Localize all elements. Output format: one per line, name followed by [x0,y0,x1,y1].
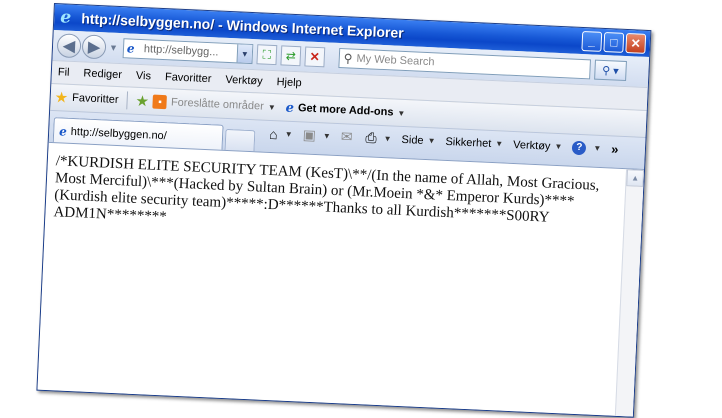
page-menu[interactable]: Side ▼ [401,133,435,147]
browser-window: e http://selbyggen.no/ - Windows Interne… [36,3,652,418]
history-dropdown-icon[interactable]: ▼ [109,43,118,53]
forward-arrow-icon: ▶ [87,38,101,57]
favorites-button[interactable]: Favoritter [72,92,119,106]
help-dropdown-icon[interactable]: ▼ [593,144,601,153]
suggested-sites-icon: ▪ [152,94,168,110]
menu-edit[interactable]: Rediger [83,67,122,81]
safety-menu-dropdown-icon[interactable]: ▼ [495,139,503,148]
search-button[interactable]: ⚲ ▾ [594,59,627,82]
add-to-favorites-icon[interactable]: ★ [135,92,149,111]
scroll-up-arrow-icon[interactable]: ▲ [626,169,645,187]
back-button[interactable]: ◀ [56,33,82,59]
page-menu-dropdown-icon[interactable]: ▼ [427,136,435,145]
safety-menu-label[interactable]: Sikkerhet [445,135,491,149]
menu-help[interactable]: Hjelp [276,76,302,89]
page-menu-label[interactable]: Side [401,133,424,146]
defacement-message: /*KURDISH ELITE SECURITY TEAM (KesT)\**/… [53,153,600,226]
tab-label: http://selbyggen.no/ [70,125,168,142]
tools-menu[interactable]: Verktøy ▼ [513,138,563,152]
favorites-star-icon: ★ [54,89,69,107]
minimize-button[interactable]: _ [581,30,603,52]
forward-button[interactable]: ▶ [81,34,107,60]
addons-ie-icon: e [285,100,295,116]
vertical-scrollbar[interactable]: ▲ [614,169,645,417]
home-dropdown-icon[interactable]: ▼ [285,130,293,139]
search-go-icon: ⚲ ▾ [601,64,619,78]
caption-buttons: _ □ ✕ [581,30,647,54]
print-button[interactable]: ⎙ ▼ [365,129,392,147]
menu-favorites[interactable]: Favoritter [165,71,212,85]
menu-tools[interactable]: Verktøy [225,74,263,88]
mail-button[interactable]: ✉ [340,128,355,146]
refresh-icon: ⇄ [285,48,297,64]
home-icon: ⌂ [268,125,279,142]
stop-button[interactable]: ✕ [304,46,326,68]
divider [126,91,128,110]
print-dropdown-icon[interactable]: ▼ [383,134,391,143]
back-arrow-icon: ◀ [62,37,76,55]
get-addons-dropdown-icon[interactable]: ▼ [397,108,405,117]
compatibility-icon: ⛶ [262,47,272,62]
help-button[interactable]: ? ▼ [572,140,602,155]
rss-feed-icon: ▣ [302,126,317,144]
compatibility-button[interactable]: ⛶ [256,44,278,66]
page-content: /*KURDISH ELITE SECURITY TEAM (KesT)\**/… [37,141,645,417]
home-button[interactable]: ⌂ ▼ [269,125,293,142]
menu-file[interactable]: Fil [58,66,70,79]
refresh-button[interactable]: ⇄ [280,45,302,67]
tools-menu-label[interactable]: Verktøy [513,138,551,152]
stop-icon: ✕ [309,49,321,65]
tools-menu-dropdown-icon[interactable]: ▼ [554,142,562,151]
tab-page-icon: e [58,123,68,139]
safety-menu[interactable]: Sikkerhet ▼ [445,135,503,150]
search-input[interactable]: ⚲ My Web Search [338,47,591,80]
feeds-button[interactable]: ▣ ▼ [302,126,331,144]
address-value[interactable]: http://selbygg... [144,43,219,58]
maximize-button[interactable]: □ [603,31,625,53]
search-magnifier-icon: ⚲ [343,51,353,66]
more-commands-chevron[interactable]: » [611,141,619,156]
address-dropdown-icon[interactable]: ▼ [236,44,253,64]
menu-view[interactable]: Vis [136,70,152,83]
suggested-sites-link[interactable]: Foreslåtte områder [171,96,264,112]
ie-logo-icon: e [59,7,72,28]
feeds-dropdown-icon[interactable]: ▼ [323,131,331,140]
page-icon: e [126,40,135,56]
suggested-sites-dropdown-icon[interactable]: ▼ [268,102,276,111]
address-bar[interactable]: e http://selbygg... ▼ [122,38,254,65]
mail-icon: ✉ [340,128,353,145]
search-placeholder[interactable]: My Web Search [356,53,435,69]
new-tab-button[interactable] [224,128,256,153]
printer-icon: ⎙ [365,129,378,146]
get-addons-link[interactable]: Get more Add-ons [298,102,394,118]
close-button[interactable]: ✕ [625,32,647,54]
help-icon: ? [572,140,587,155]
